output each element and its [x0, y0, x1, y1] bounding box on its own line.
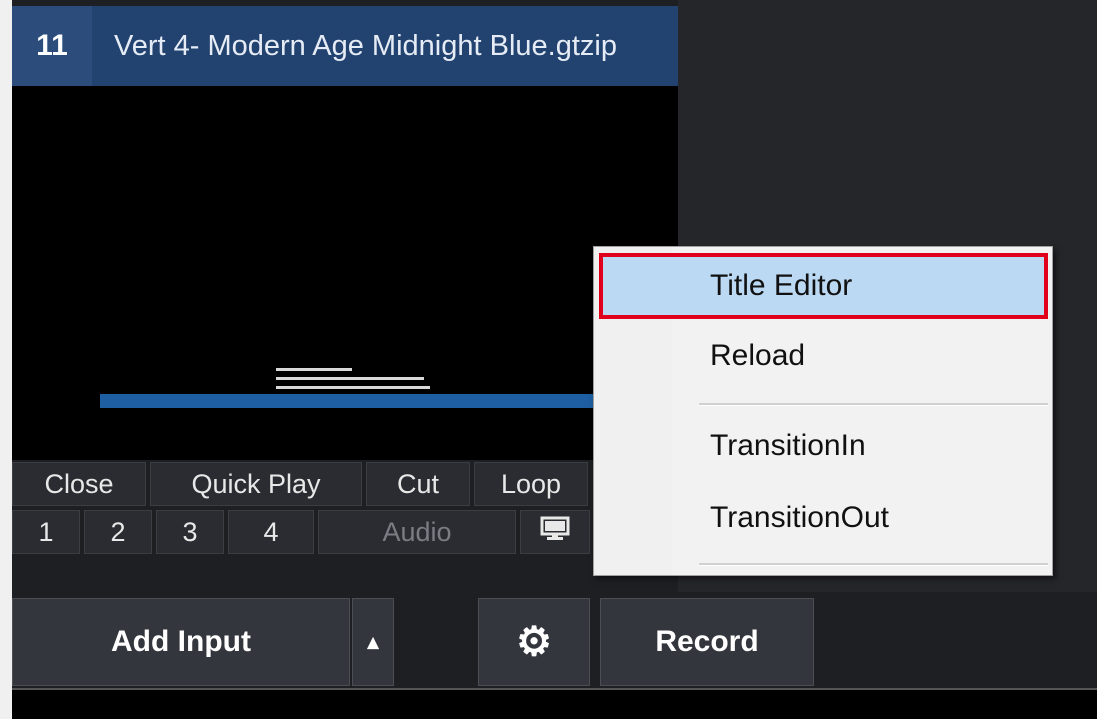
vmix-main-window: 11 Vert 4- Modern Age Midnight Blue.gtzi…: [12, 0, 1097, 719]
overlay-4-button[interactable]: 4: [228, 510, 314, 554]
record-button[interactable]: Record: [600, 598, 814, 686]
overlay-2-button[interactable]: 2: [84, 510, 152, 554]
menu-item-reload[interactable]: Reload: [599, 323, 1048, 389]
add-input-button[interactable]: Add Input: [12, 598, 350, 686]
input-controls-row-1: Close Quick Play Cut Loop: [12, 462, 592, 506]
lower-third-bar: [100, 394, 600, 408]
external-output-button[interactable]: [520, 510, 590, 554]
menu-separator: [699, 563, 1048, 566]
menu-item-transition-in[interactable]: TransitionIn: [599, 413, 1048, 479]
input-tile-header[interactable]: 11 Vert 4- Modern Age Midnight Blue.gtzi…: [12, 6, 678, 86]
overlay-1-button[interactable]: 1: [12, 510, 80, 554]
lower-third-text-line: [276, 386, 430, 389]
gear-icon: ⚙: [516, 620, 552, 664]
context-menu: Title Editor Reload TransitionIn Transit…: [593, 246, 1053, 576]
menu-item-title-editor[interactable]: Title Editor: [599, 253, 1048, 319]
status-bar: [12, 688, 1097, 719]
monitor-icon: [540, 516, 570, 549]
input-title: Vert 4- Modern Age Midnight Blue.gtzip: [114, 29, 617, 62]
close-button[interactable]: Close: [12, 462, 146, 506]
input-number: 11: [12, 6, 92, 86]
quick-play-button[interactable]: Quick Play: [150, 462, 362, 506]
loop-button[interactable]: Loop: [474, 462, 588, 506]
menu-separator: [699, 403, 1048, 406]
input-controls-row-2: 1 2 3 4 Audio: [12, 510, 594, 554]
settings-button[interactable]: ⚙: [478, 598, 590, 686]
add-input-dropdown-button[interactable]: ▴: [352, 598, 394, 686]
lower-third-text-line: [276, 377, 424, 380]
menu-item-transition-out[interactable]: TransitionOut: [599, 485, 1048, 551]
audio-button[interactable]: Audio: [318, 510, 516, 554]
cut-button[interactable]: Cut: [366, 462, 470, 506]
overlay-3-button[interactable]: 3: [156, 510, 224, 554]
lower-third-text-line: [276, 368, 352, 371]
input-preview[interactable]: [12, 86, 678, 460]
